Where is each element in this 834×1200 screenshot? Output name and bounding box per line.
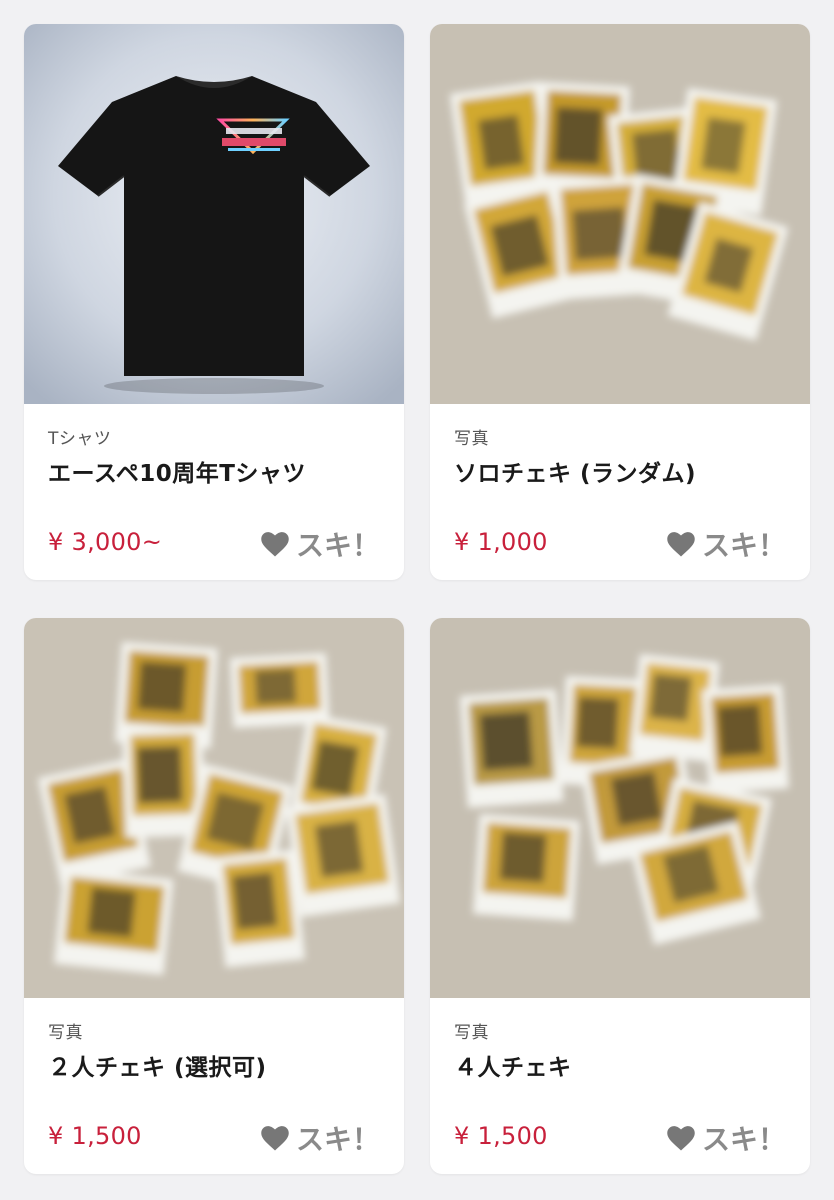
product-card-solo-cheki[interactable]: 写真 ソロチェキ (ランダム) ¥ 1,000 スキ！ [430, 24, 810, 580]
like-label: スキ！ [295, 1123, 380, 1156]
product-card-two-person-cheki[interactable]: 写真 ２人チェキ (選択可) ¥ 1,500 スキ！ [24, 618, 404, 1174]
product-title[interactable]: ソロチェキ (ランダム) [454, 454, 696, 488]
like-label: スキ！ [295, 529, 380, 562]
tshirt-photo [24, 24, 404, 404]
product-category: 写真 [48, 1023, 83, 1043]
like-button[interactable]: スキ！ [666, 524, 786, 564]
like-label: スキ！ [701, 1123, 786, 1156]
product-grid: Tシャツ エースペ10周年Tシャツ ¥ 3,000~ スキ！ 写真 ソロチェキ … [0, 0, 834, 1200]
product-title[interactable]: エースペ10周年Tシャツ [48, 454, 306, 488]
blurred-photos-image [430, 618, 810, 998]
heart-icon [261, 1126, 289, 1151]
blurred-photos-image [430, 24, 810, 404]
product-image-solo-cheki[interactable] [430, 24, 810, 404]
product-info: Tシャツ エースペ10周年Tシャツ ¥ 3,000~ スキ！ [24, 404, 404, 580]
product-info: 写真 ４人チェキ ¥ 1,500 スキ！ [430, 998, 810, 1174]
product-category: 写真 [454, 429, 489, 449]
heart-icon [261, 532, 289, 557]
product-price: ¥ 1,500 [48, 1122, 142, 1150]
product-image-tshirt[interactable] [24, 24, 404, 404]
product-info: 写真 ２人チェキ (選択可) ¥ 1,500 スキ！ [24, 998, 404, 1174]
product-price: ¥ 1,000 [454, 528, 548, 556]
product-category: Tシャツ [48, 429, 112, 449]
product-card-four-person-cheki[interactable]: 写真 ４人チェキ ¥ 1,500 スキ！ [430, 618, 810, 1174]
product-card-tshirt[interactable]: Tシャツ エースペ10周年Tシャツ ¥ 3,000~ スキ！ [24, 24, 404, 580]
product-title[interactable]: ２人チェキ (選択可) [48, 1048, 267, 1082]
product-price: ¥ 1,500 [454, 1122, 548, 1150]
product-category: 写真 [454, 1023, 489, 1043]
product-image-four-person-cheki[interactable] [430, 618, 810, 998]
product-title[interactable]: ４人チェキ [454, 1048, 572, 1082]
product-info: 写真 ソロチェキ (ランダム) ¥ 1,000 スキ！ [430, 404, 810, 580]
like-label: スキ！ [701, 529, 786, 562]
blurred-photos-image [24, 618, 404, 998]
heart-icon [667, 1126, 695, 1151]
heart-icon [667, 532, 695, 557]
like-button[interactable]: スキ！ [260, 1118, 380, 1158]
product-price: ¥ 3,000~ [48, 528, 163, 556]
like-button[interactable]: スキ！ [260, 524, 380, 564]
like-button[interactable]: スキ！ [666, 1118, 786, 1158]
product-image-two-person-cheki[interactable] [24, 618, 404, 998]
